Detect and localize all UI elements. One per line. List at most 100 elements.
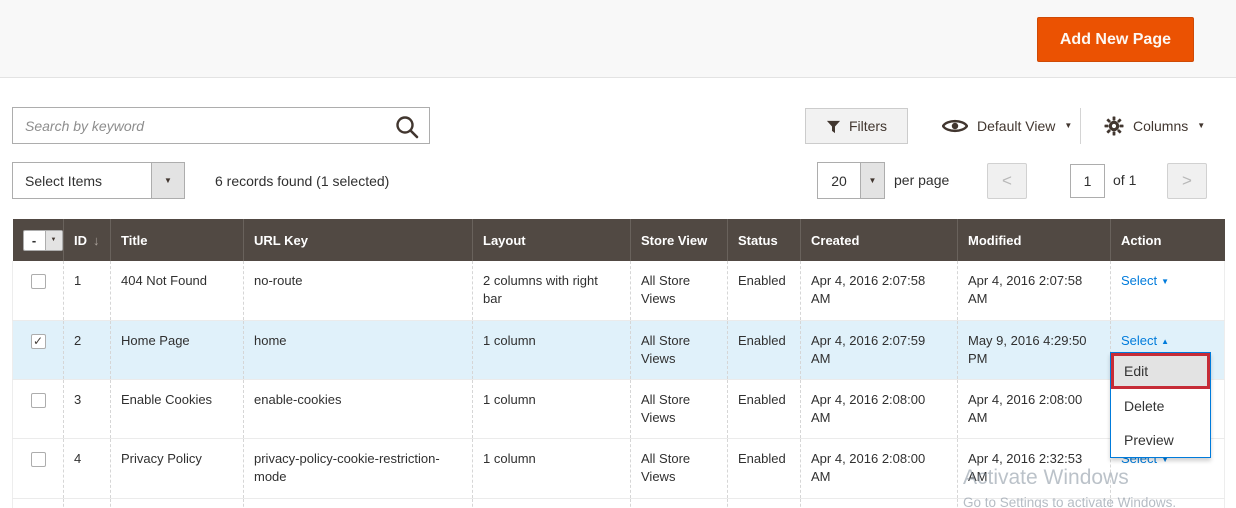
column-header-url-key[interactable]: URL Key <box>244 219 473 261</box>
chevron-down-icon: ▼ <box>1064 122 1072 130</box>
row-select-action-open[interactable]: Select▲ <box>1121 333 1169 348</box>
menu-item-preview[interactable]: Preview <box>1111 423 1210 457</box>
cell-id: 4 <box>64 439 111 498</box>
cell-checkbox: ✓ <box>13 320 64 379</box>
per-page-label: per page <box>894 172 949 188</box>
toolbar-divider <box>1080 108 1081 144</box>
cell-layout: 2 columns with right bar <box>473 261 631 320</box>
table-row: 1 404 Not Found no-route 2 columns with … <box>13 261 1225 320</box>
column-header-modified[interactable]: Modified <box>958 219 1111 261</box>
current-page-input[interactable] <box>1070 164 1105 198</box>
cell-layout: 1 column <box>473 379 631 438</box>
row-checkbox-unchecked[interactable] <box>31 452 46 467</box>
caret-down-icon: ▼ <box>1161 276 1169 287</box>
menu-item-delete[interactable]: Delete <box>1111 389 1210 423</box>
cell-title: Privacy Policy <box>111 439 244 498</box>
cell-store-view: All Store Views <box>631 439 728 498</box>
cell-checkbox <box>13 261 64 320</box>
cell-created: Apr 4, 2016 2:07:59 AM <box>801 320 958 379</box>
previous-page-button[interactable]: < <box>987 163 1027 199</box>
cell-store-view: All Store Views <box>631 320 728 379</box>
table-row: 3 Enable Cookies enable-cookies 1 column… <box>13 379 1225 438</box>
table-row: 4 Privacy Policy privacy-policy-cookie-r… <box>13 439 1225 498</box>
cell-url-key: home <box>244 320 473 379</box>
row-checkbox-unchecked[interactable] <box>31 274 46 289</box>
cell-status: Enabled <box>728 320 801 379</box>
cell-store-view: All Store Views <box>631 261 728 320</box>
column-header-created[interactable]: Created <box>801 219 958 261</box>
menu-item-edit[interactable]: Edit <box>1111 353 1210 389</box>
cell-checkbox <box>13 439 64 498</box>
select-items-label: Select Items <box>13 163 151 198</box>
records-summary: 6 records found (1 selected) <box>215 173 389 189</box>
row-action-menu: Edit Delete Preview <box>1110 352 1211 458</box>
gear-icon <box>1104 116 1124 136</box>
cell-title: Enable Cookies <box>111 379 244 438</box>
search-icon[interactable] <box>393 113 421 141</box>
chevron-right-icon: > <box>1182 171 1192 191</box>
keyword-search-box <box>12 107 430 144</box>
cell-url-key: privacy-policy-cookie-restriction-mode <box>244 439 473 498</box>
column-header-store-view[interactable]: Store View <box>631 219 728 261</box>
table-row-selected: ✓ 2 Home Page home 1 column All Store Vi… <box>13 320 1225 379</box>
columns-label: Columns <box>1133 118 1188 134</box>
columns-dropdown[interactable]: Columns ▼ <box>1092 108 1217 144</box>
column-header-id[interactable]: ID↓ <box>64 219 111 261</box>
cell-status: Enabled <box>728 379 801 438</box>
select-all-control[interactable]: - ▼ <box>23 230 63 251</box>
per-page-value: 20 <box>818 163 860 198</box>
cell-modified: Apr 4, 2016 2:32:53 AM <box>958 439 1111 498</box>
filters-button[interactable]: Filters <box>805 108 908 144</box>
cell-id: 2 <box>64 320 111 379</box>
chevron-left-icon: < <box>1002 171 1012 191</box>
grid-toolbar: Filters Default View ▼ <box>790 108 1236 145</box>
cell-modified: Apr 4, 2016 2:07:58 AM <box>958 261 1111 320</box>
select-all-caret: ▼ <box>45 231 62 250</box>
filters-label: Filters <box>849 118 887 134</box>
caret-up-icon: ▲ <box>1161 336 1169 347</box>
row-checkbox-unchecked[interactable] <box>31 393 46 408</box>
cell-modified: Apr 4, 2016 2:08:00 AM <box>958 379 1111 438</box>
cell-status: Enabled <box>728 261 801 320</box>
cell-title: Home Page <box>111 320 244 379</box>
cell-id: 3 <box>64 379 111 438</box>
column-header-select-all: - ▼ <box>13 219 64 261</box>
select-all-dash: - <box>24 231 45 250</box>
column-header-title[interactable]: Title <box>111 219 244 261</box>
cell-status: Enabled <box>728 439 801 498</box>
page-header-bar: Add New Page <box>0 0 1236 78</box>
cell-url-key: enable-cookies <box>244 379 473 438</box>
page-total-label: of 1 <box>1113 172 1136 188</box>
default-view-label: Default View <box>977 118 1055 134</box>
cell-title: 404 Not Found <box>111 261 244 320</box>
row-select-action[interactable]: Select▼ <box>1121 273 1169 288</box>
cell-created: Apr 4, 2016 2:07:58 AM <box>801 261 958 320</box>
cell-id: 1 <box>64 261 111 320</box>
column-header-status[interactable]: Status <box>728 219 801 261</box>
cell-action: Select▼ <box>1111 261 1225 320</box>
sort-descending-icon: ↓ <box>93 233 100 248</box>
row-checkbox-checked[interactable]: ✓ <box>31 334 46 349</box>
cell-created: Apr 4, 2016 2:08:00 AM <box>801 379 958 438</box>
next-page-button[interactable]: > <box>1167 163 1207 199</box>
column-header-layout[interactable]: Layout <box>473 219 631 261</box>
add-new-page-button[interactable]: Add New Page <box>1037 17 1194 62</box>
table-header-row: - ▼ ID↓ Title URL Key Layout Store View … <box>13 219 1225 261</box>
chevron-down-icon: ▼ <box>151 163 184 198</box>
column-header-action: Action <box>1111 219 1225 261</box>
table-row-partial <box>13 498 1225 508</box>
cell-modified: May 9, 2016 4:29:50 PM <box>958 320 1111 379</box>
per-page-select[interactable]: 20 ▼ <box>817 162 885 199</box>
default-view-dropdown[interactable]: Default View ▼ <box>930 108 1084 144</box>
eye-icon <box>942 117 968 135</box>
cms-pages-grid-screen: Add New Page Filters <box>0 0 1236 508</box>
search-input[interactable] <box>13 108 429 143</box>
cell-store-view: All Store Views <box>631 379 728 438</box>
cms-pages-table: - ▼ ID↓ Title URL Key Layout Store View … <box>12 219 1225 508</box>
filter-icon <box>826 119 841 134</box>
cell-layout: 1 column <box>473 320 631 379</box>
cell-checkbox <box>13 379 64 438</box>
chevron-down-icon: ▼ <box>860 163 884 198</box>
select-items-dropdown[interactable]: Select Items ▼ <box>12 162 185 199</box>
cell-url-key: no-route <box>244 261 473 320</box>
